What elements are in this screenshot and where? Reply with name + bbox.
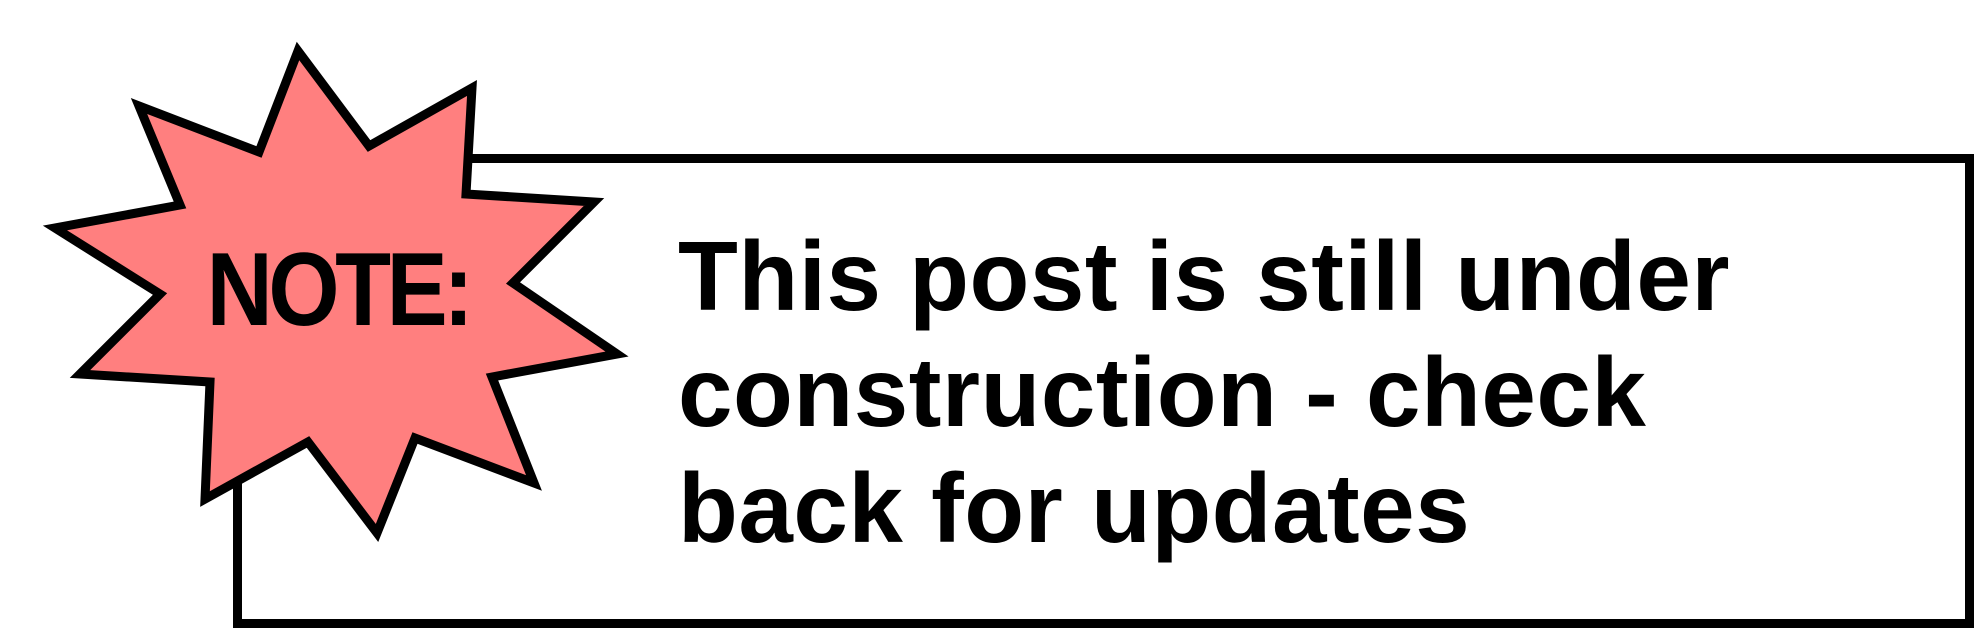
notice-message: This post is still under construction - … [678,221,1731,563]
note-badge-label: NOTE: [206,232,474,348]
